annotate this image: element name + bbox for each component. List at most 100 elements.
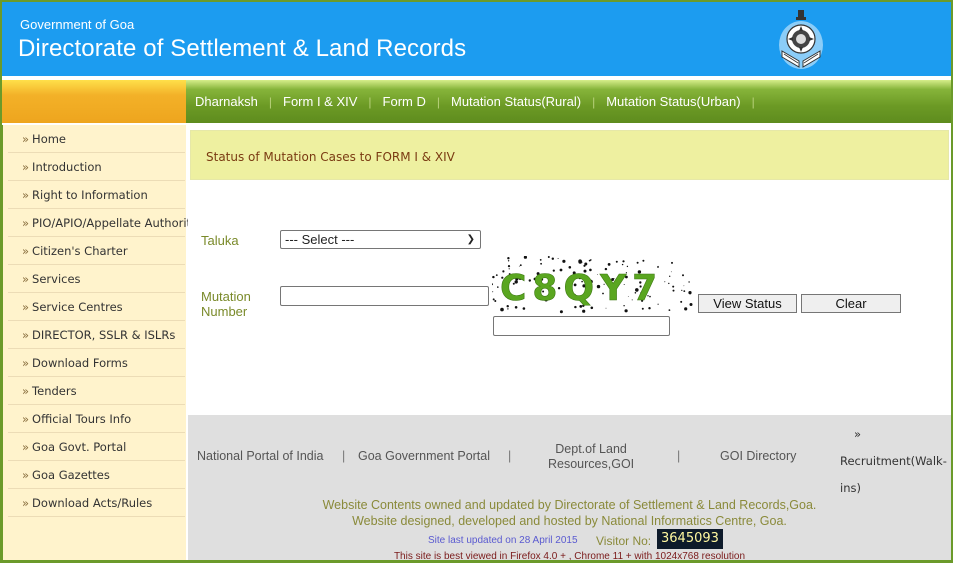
clear-button[interactable]: Clear xyxy=(801,294,901,313)
footer-link-recruitment[interactable]: » Recruitment(Walk- ins) xyxy=(840,421,947,502)
captcha-noise-dot xyxy=(557,258,559,259)
bullet-icon: » xyxy=(22,496,30,510)
footer-link-national-portal[interactable]: National Portal of India xyxy=(197,449,323,463)
footer-link-goa-portal[interactable]: Goa Government Portal xyxy=(358,449,490,463)
nav-mutation-status-rural[interactable]: Mutation Status(Rural) xyxy=(451,94,581,109)
captcha-noise-dot xyxy=(540,262,542,265)
captcha-noise-dot xyxy=(492,283,493,286)
sidebar-item-home[interactable]: » Home xyxy=(8,125,185,153)
captcha-noise-dot xyxy=(668,282,670,285)
captcha-noise-dot xyxy=(688,281,690,283)
captcha-noise-dot xyxy=(622,260,625,263)
captcha-noise-dot xyxy=(664,281,666,283)
dolr-line2: Resources,GOI xyxy=(548,457,635,471)
sidebar-item-goa-govt-portal[interactable]: » Goa Govt. Portal xyxy=(8,433,185,461)
bullet-icon: » xyxy=(22,244,30,258)
credit-line-1: Website Contents owned and updated by Di… xyxy=(322,498,817,512)
bullet-icon: » xyxy=(22,160,30,174)
sidebar-item-download-acts[interactable]: » Download Acts/Rules xyxy=(8,489,185,517)
sidebar-item-rti[interactable]: » Right to Information xyxy=(8,181,185,209)
captcha-noise-dot xyxy=(492,275,495,279)
sidebar-item-introduction[interactable]: » Introduction xyxy=(8,153,185,181)
captcha-noise-dot xyxy=(507,257,510,260)
captcha-noise-dot xyxy=(495,274,498,276)
main-content: Status of Mutation Cases to FORM I & XIV… xyxy=(188,125,951,415)
nav-mutation-status-urban[interactable]: Mutation Status(Urban) xyxy=(606,94,740,109)
sidebar-item-official-tours[interactable]: » Official Tours Info xyxy=(8,405,185,433)
visitor-counter: 3645093 xyxy=(657,529,723,549)
captcha-noise-dot xyxy=(607,263,611,266)
sidebar-item-label: Citizen's Charter xyxy=(32,244,128,258)
sidebar-item-download-forms[interactable]: » Download Forms xyxy=(8,349,185,377)
captcha-noise-dot xyxy=(492,298,495,301)
captcha-noise-dot xyxy=(671,261,673,264)
bullet-icon: » xyxy=(22,216,30,230)
captcha-noise-dot xyxy=(507,260,510,262)
footer-link-goi-directory[interactable]: GOI Directory xyxy=(720,449,796,463)
footer-link-dolr[interactable]: Dept.of Land Resources,GOI xyxy=(548,442,634,472)
captcha-noise-dot xyxy=(683,290,686,292)
sidebar-item-label: Right to Information xyxy=(32,188,148,202)
footer: National Portal of India | Goa Governmen… xyxy=(188,415,951,560)
bullet-icon: » xyxy=(854,427,862,441)
captcha-text: C8QY7 xyxy=(500,268,663,309)
last-updated: Site last updated on 28 April 2015 xyxy=(428,535,578,546)
captcha-noise-dot xyxy=(559,310,563,314)
chevron-down-icon: ❯ xyxy=(466,234,475,245)
sidebar-item-services[interactable]: » Services xyxy=(8,265,185,293)
captcha-noise-dot xyxy=(507,265,511,268)
mutation-number-label: Mutation Number xyxy=(201,289,251,319)
captcha-noise-dot xyxy=(588,259,591,262)
captcha-noise-dot xyxy=(680,300,683,303)
nav-dharnaksh[interactable]: Dharnaksh xyxy=(195,94,258,109)
sidebar-item-director[interactable]: » DIRECTOR, SSLR & ISLRs xyxy=(8,321,185,349)
sidebar-item-label: DIRECTOR, SSLR & ISLRs xyxy=(32,328,176,342)
captcha-noise-dot xyxy=(689,303,693,306)
nav-separator: | xyxy=(592,94,596,109)
dolr-line1: Dept.of Land xyxy=(555,442,627,456)
captcha-noise-dot xyxy=(583,264,586,267)
visitor-label: Visitor No: xyxy=(596,534,652,548)
taluka-select[interactable]: --- Select --- ❯ xyxy=(280,230,481,249)
bullet-icon: » xyxy=(22,188,30,202)
sidebar-item-pio[interactable]: » PIO/APIO/Appellate Authority xyxy=(8,209,198,237)
mutation-number-input[interactable] xyxy=(280,286,489,306)
status-heading-bar: Status of Mutation Cases to FORM I & XIV xyxy=(190,130,949,180)
nav-separator: | xyxy=(268,94,272,109)
sidebar-item-label: Service Centres xyxy=(32,300,123,314)
sidebar: » Home » Introduction » Right to Informatio… xyxy=(2,125,198,560)
captcha-input[interactable] xyxy=(493,316,670,336)
bullet-icon: » xyxy=(22,328,30,342)
mutation-label-line1: Mutation xyxy=(201,289,251,304)
nav-form-d[interactable]: Form D xyxy=(383,94,426,109)
captcha-noise-dot xyxy=(672,285,675,288)
sidebar-item-label: Home xyxy=(32,132,67,146)
view-status-button[interactable]: View Status xyxy=(698,294,797,313)
bullet-icon: » xyxy=(22,300,30,314)
sidebar-item-service-centres[interactable]: » Service Centres xyxy=(8,293,185,321)
captcha-image: C8QY7 xyxy=(492,256,693,314)
captcha-noise-dot xyxy=(636,261,639,264)
captcha-noise-dot xyxy=(494,300,497,302)
captcha-noise-dot xyxy=(670,271,672,273)
captcha-noise-dot xyxy=(621,263,624,266)
captcha-noise-dot xyxy=(582,309,586,313)
sidebar-item-label: Tenders xyxy=(32,384,77,398)
government-label: Government of Goa xyxy=(20,17,135,32)
bullet-icon: » xyxy=(22,132,30,146)
nav-form-i-xiv[interactable]: Form I & XIV xyxy=(283,94,357,109)
bullet-icon: » xyxy=(22,356,30,370)
sidebar-item-goa-gazettes[interactable]: » Goa Gazettes xyxy=(8,461,185,489)
captcha-noise-dot xyxy=(672,289,675,292)
bullet-icon: » xyxy=(22,412,30,426)
sidebar-item-label: Introduction xyxy=(32,160,102,174)
captcha-noise-dot xyxy=(681,289,683,291)
captcha-noise-dot xyxy=(642,259,645,262)
sidebar-item-label: Download Acts/Rules xyxy=(32,496,153,510)
nav-separator: | xyxy=(751,94,755,109)
recruitment-line1: Recruitment(Walk- xyxy=(840,454,947,468)
captcha-noise-dot xyxy=(684,307,688,311)
sidebar-item-tenders[interactable]: » Tenders xyxy=(8,377,185,405)
bullet-icon: » xyxy=(22,272,30,286)
sidebar-item-citizens-charter[interactable]: » Citizen's Charter xyxy=(8,237,185,265)
